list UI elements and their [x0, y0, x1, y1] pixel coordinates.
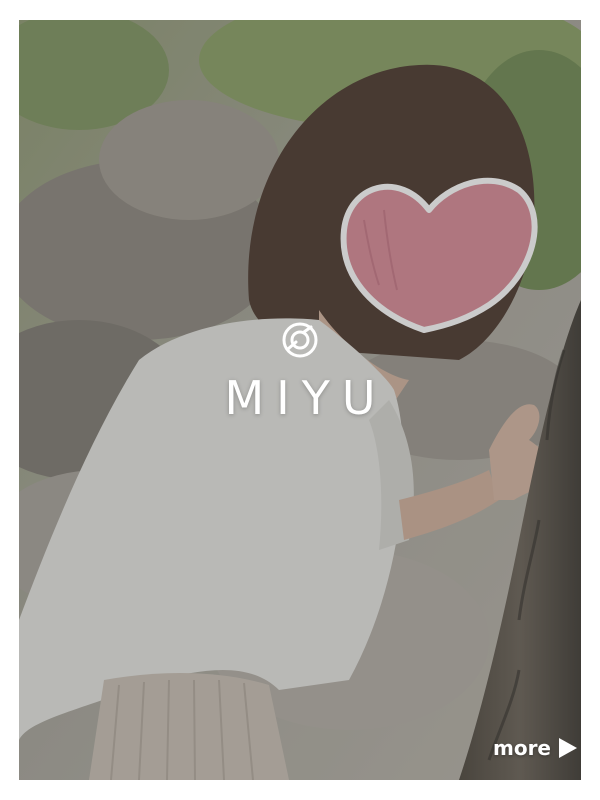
brand-block: MIYU	[19, 320, 581, 426]
profile-name: MIYU	[224, 371, 388, 425]
more-label: more	[492, 736, 551, 760]
more-button[interactable]: more	[493, 736, 577, 760]
profile-card[interactable]: MIYU more	[19, 20, 581, 780]
play-arrow-icon	[559, 738, 577, 758]
camera-lens-icon	[280, 320, 320, 360]
